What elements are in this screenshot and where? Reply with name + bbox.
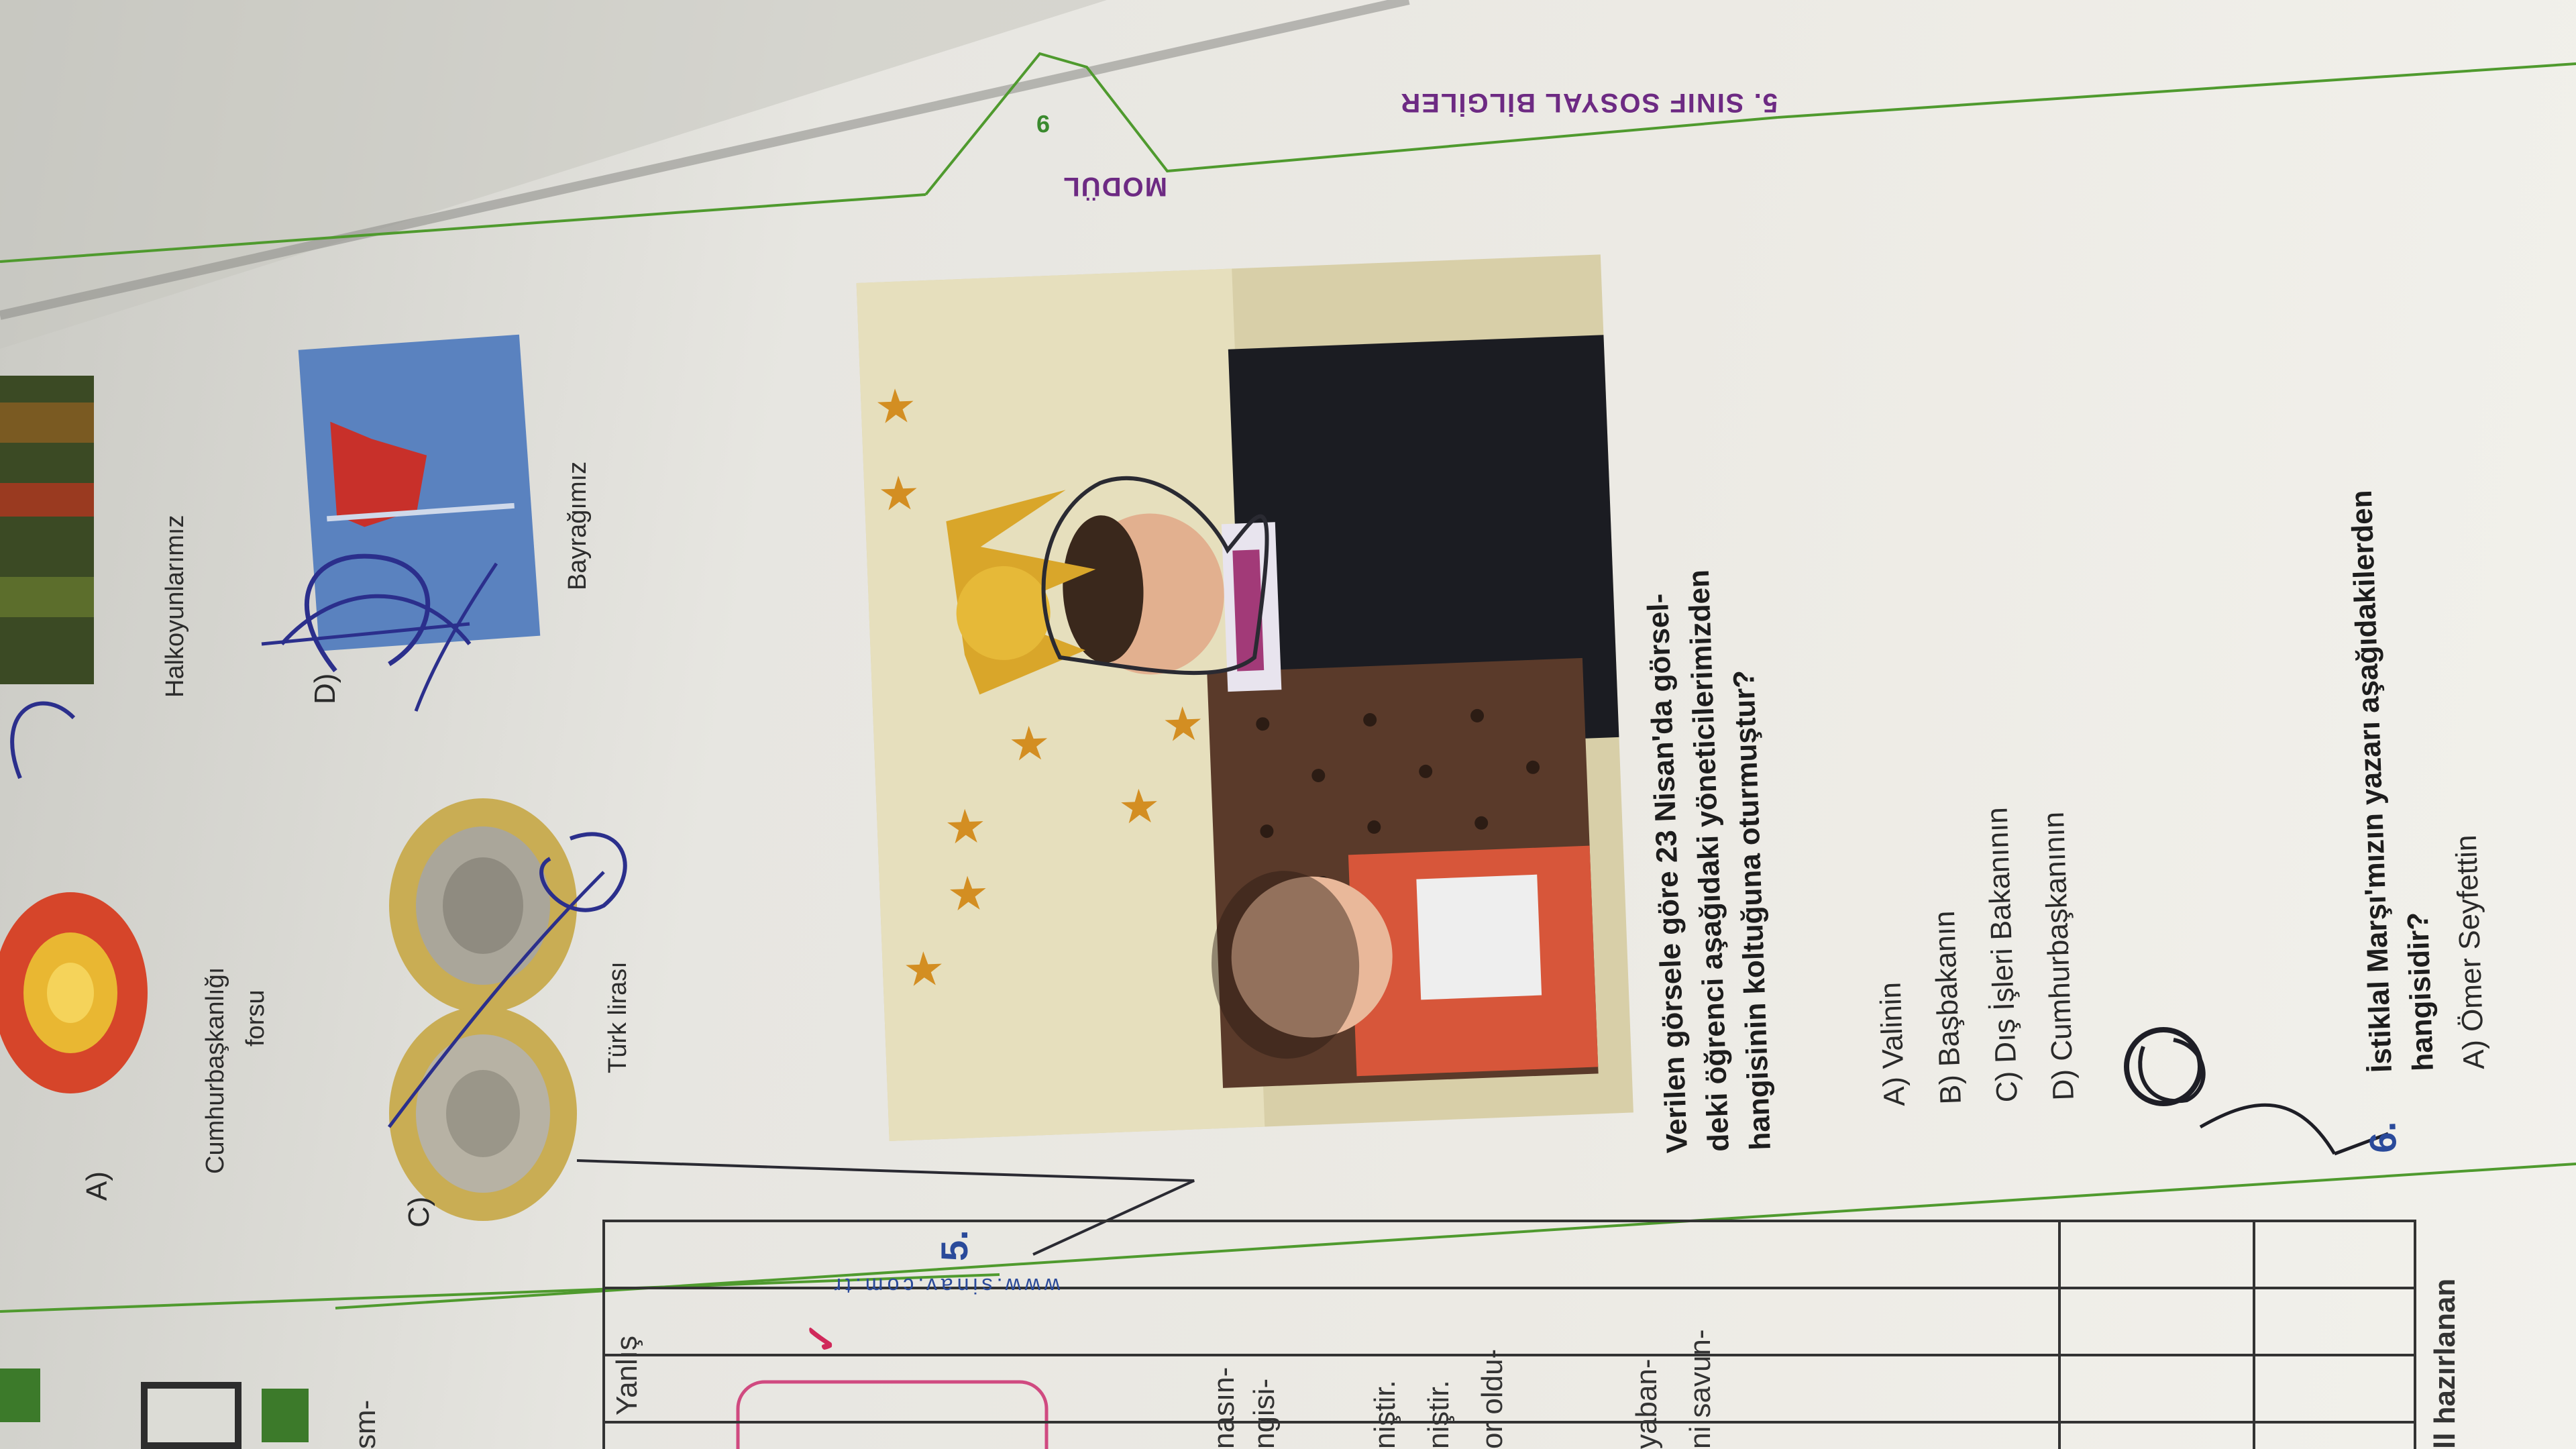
fragment-text: sm- — [349, 1399, 382, 1449]
header-module: MODÜL — [1062, 171, 1167, 201]
fragment-text: nasın- — [1208, 1366, 1240, 1449]
option-c-top: C) — [402, 1197, 436, 1228]
option-label: A) — [1877, 1076, 1911, 1107]
module-number: 9 — [1036, 110, 1050, 138]
check-icon: ✓ — [799, 1321, 844, 1355]
question-5-number-text: 5. — [933, 1230, 975, 1261]
question-6-number-text: 6. — [2361, 1121, 2404, 1154]
option-b-caption-text: Halkoyunlarımız — [161, 515, 189, 698]
svg-text:★: ★ — [1008, 716, 1052, 770]
svg-text:★: ★ — [873, 380, 918, 433]
left-fragment-4: niştir. — [1422, 1380, 1456, 1449]
option-d-caption-text: Bayrağımız — [564, 461, 592, 590]
question-5-number: 5. — [932, 1230, 976, 1261]
course-title-text: 5. SINIF SOSYAL BİLGİLER — [1399, 88, 1778, 117]
option-d-caption: Bayrağımız — [564, 462, 592, 590]
module-number-wrap: 9 — [1036, 109, 1050, 138]
option-c-label: C) — [402, 1196, 435, 1228]
option-a-label: A) — [80, 1171, 113, 1201]
page-photo-graphics: ★ ★ ★ ★ ★ ★ ★ ★ — [0, 0, 2576, 1449]
option-text: Dış İşleri Bakanının — [1980, 806, 2023, 1064]
header-course-title: 5. SINIF SOSYAL BİLGİLER — [1399, 87, 1778, 117]
option-c-caption: Türk lirası — [604, 961, 633, 1073]
option-a-caption-line2: forsu — [241, 989, 270, 1046]
table-check-mark: ✓ — [798, 1322, 845, 1355]
fragment-text: ngisi- — [1248, 1378, 1281, 1449]
website-url: www.sinav.com.tr — [830, 1273, 1060, 1298]
question-6-stem: İstiklal Marşı'mızın yazarı aşağıdakiler… — [2341, 486, 2491, 1073]
option-b-caption: Halkoyunlarımız — [161, 515, 190, 698]
fragment-text: yaban- — [1630, 1358, 1663, 1449]
question-5-options: A) Valinin B) Başbakanın C) Dış İşleri B… — [1868, 805, 2081, 1107]
option-a-caption-2: forsu — [241, 990, 270, 1046]
svg-text:★: ★ — [902, 943, 946, 996]
option-text: Başbakanın — [1927, 910, 1966, 1067]
option-d-label: D) — [309, 673, 341, 704]
option-a-caption: Cumhurbaşkanlığı — [201, 967, 230, 1174]
option-text: Valinin — [1874, 981, 1911, 1069]
table-header-text: Yanlış — [610, 1335, 643, 1415]
left-fragment-1: nasın- — [1208, 1367, 1241, 1449]
svg-text:★: ★ — [1117, 780, 1161, 833]
website-text: www.sinav.com.tr — [830, 1274, 1060, 1298]
left-fragment-9: sm- — [349, 1400, 382, 1449]
question-5-option-c[interactable]: C) Dış İşleri Bakanının — [1980, 806, 2025, 1104]
option-d-top: D) — [309, 674, 342, 704]
fragment-text: ni savun- — [1684, 1329, 1717, 1449]
svg-text:★: ★ — [1161, 698, 1205, 751]
svg-text:★: ★ — [943, 800, 987, 853]
question-5-stem: Verilen görsele göre 23 Nisan'da görsel-… — [1637, 568, 1782, 1154]
option-label: D) — [2046, 1069, 2080, 1102]
module-label: MODÜL — [1062, 172, 1167, 201]
fragment-text: niştir. — [1368, 1380, 1401, 1449]
left-fragment-5: or oldu- — [1476, 1349, 1509, 1449]
table-header-yanlis: Yanlış — [610, 1336, 644, 1415]
book-page-photo: ★ ★ ★ ★ ★ ★ ★ ★ 5. SINIF SOSYAL BİLGİLER… — [0, 0, 2576, 1449]
option-label: C) — [1990, 1071, 2024, 1104]
left-fragment-7: ni savun- — [1684, 1329, 1717, 1449]
fragment-text: ll hazırlanan — [2428, 1278, 2461, 1449]
option-a-top: A) — [80, 1171, 114, 1201]
left-fragment-8: ll hazırlanan — [2428, 1279, 2462, 1449]
question-6-number: 6. — [2360, 1121, 2405, 1154]
question-5-option-b[interactable]: B) Başbakanın — [1925, 808, 1968, 1105]
left-fragment-2: ngisi- — [1248, 1379, 1281, 1449]
left-fragment-3: niştir. — [1368, 1380, 1402, 1449]
svg-text:★: ★ — [946, 867, 990, 920]
svg-text:★: ★ — [877, 467, 921, 521]
option-a-caption-line1: Cumhurbaşkanlığı — [201, 967, 229, 1174]
option-label: B) — [1933, 1074, 1968, 1106]
fragment-text: or oldu- — [1476, 1348, 1509, 1449]
left-fragment-6: yaban- — [1630, 1358, 1664, 1449]
fragment-text: niştir. — [1422, 1380, 1455, 1449]
option-c-caption-text: Türk lirası — [604, 961, 632, 1073]
